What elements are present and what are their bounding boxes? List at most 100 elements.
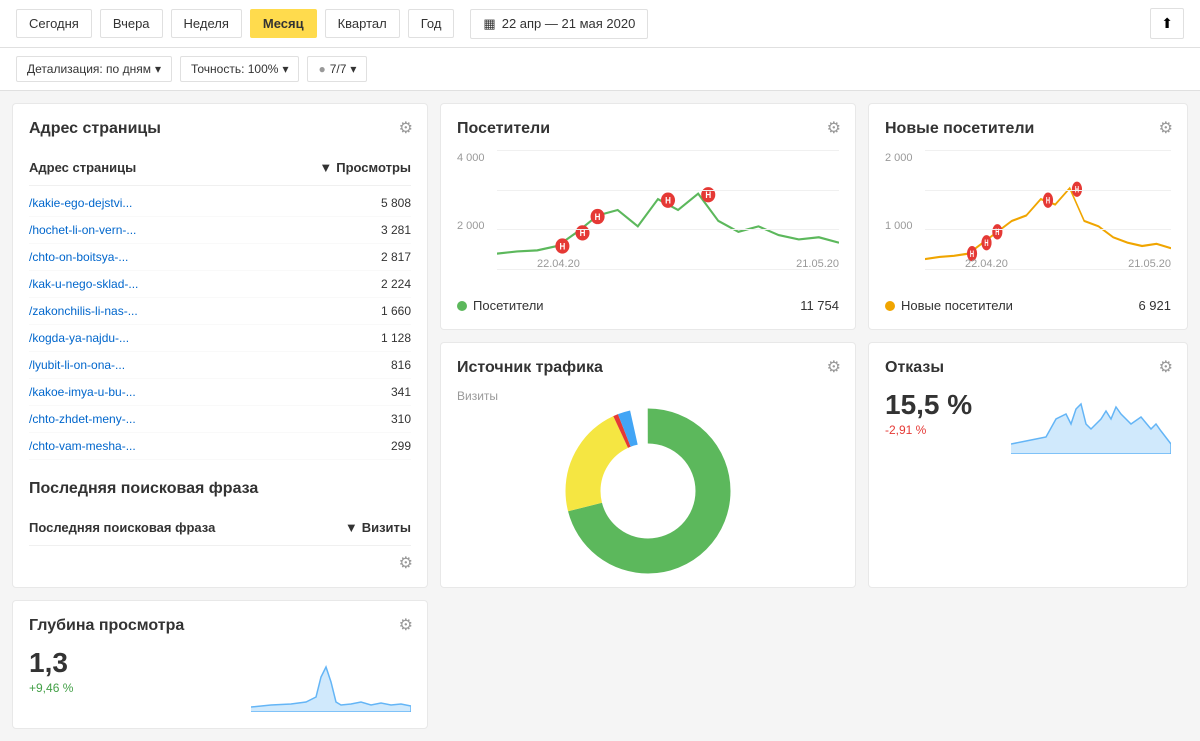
new-visitors-y-labels: 2 000 1 000 <box>885 150 913 290</box>
address-page-settings-icon[interactable]: ⚙ <box>399 118 413 138</box>
addr-col-views: ▼ Просмотры <box>319 160 411 175</box>
addr-count-3: 2 224 <box>381 277 411 291</box>
bounce-rate-settings-icon[interactable]: ⚙ <box>1159 357 1173 377</box>
visitors-x-labels: 22.04.20 21.05.20 <box>537 258 839 270</box>
address-table-body: /kakie-ego-dejstvi... 5 808 /hochet-li-o… <box>29 190 411 460</box>
addr-row-5: /kogda-ya-najdu-... 1 128 <box>29 325 411 352</box>
addr-count-4: 1 660 <box>381 304 411 318</box>
addr-count-7: 341 <box>391 385 411 399</box>
view-depth-mini-chart <box>251 647 411 712</box>
new-visitors-chart-inner: H H H H H 22.04.20 21.05.20 <box>925 150 1171 270</box>
view-depth-metrics: 1,3 +9,46 % <box>29 647 73 703</box>
last-search-col-visits: ▼ Визиты <box>345 520 411 535</box>
view-depth-card: Глубина просмотра ⚙ 1,3 +9,46 % <box>12 600 428 729</box>
y-label-mid: 2 000 <box>457 220 485 232</box>
addr-link-1[interactable]: /hochet-li-on-vern-... <box>29 223 136 237</box>
detalization-label: Детализация: по дням <box>27 62 151 76</box>
bounce-rate-value: 15,5 % <box>885 389 972 421</box>
addr-row-3: /kak-u-nego-sklad-... 2 224 <box>29 271 411 298</box>
period-yesterday[interactable]: Вчера <box>100 9 163 38</box>
addr-row-9: /chto-vam-mesha-... 299 <box>29 433 411 460</box>
bounce-rate-mini-chart <box>1011 389 1171 454</box>
export-button[interactable]: ⬆ <box>1150 8 1184 39</box>
addr-link-0[interactable]: /kakie-ego-dejstvi... <box>29 196 132 210</box>
last-search-header: Последняя поисковая фраза ▼ Визиты <box>29 510 411 546</box>
traffic-source-settings-icon[interactable]: ⚙ <box>827 357 841 377</box>
segment-icon: ● <box>318 62 325 76</box>
addr-link-2[interactable]: /chto-on-boitsya-... <box>29 250 128 264</box>
address-table-header: Адрес страницы ▼ Просмотры <box>29 150 411 186</box>
visitors-settings-icon[interactable]: ⚙ <box>827 118 841 138</box>
addr-row-1: /hochet-li-on-vern-... 3 281 <box>29 217 411 244</box>
last-search-col-phrase: Последняя поисковая фраза <box>29 520 215 535</box>
grid-line-3 <box>497 229 839 230</box>
last-search-col-visits-label: Визиты <box>362 520 411 535</box>
visitors-chart: 4 000 2 000 H H <box>457 150 839 290</box>
addr-count-0: 5 808 <box>381 196 411 210</box>
addr-row-6: /lyubit-li-on-ona-... 816 <box>29 352 411 379</box>
address-page-card: Адрес страницы ⚙ Адрес страницы ▼ Просмо… <box>12 103 428 588</box>
period-month[interactable]: Месяц <box>250 9 317 38</box>
view-depth-settings-icon[interactable]: ⚙ <box>399 615 413 635</box>
nv-x-label-start: 22.04.20 <box>965 258 1008 270</box>
date-range-label: 22 апр — 21 мая 2020 <box>502 16 636 31</box>
addr-count-1: 3 281 <box>381 223 411 237</box>
accuracy-filter[interactable]: Точность: 100% ▾ <box>180 56 300 82</box>
bounce-rate-title: Отказы <box>885 359 1171 377</box>
period-quarter[interactable]: Квартал <box>325 9 400 38</box>
period-today[interactable]: Сегодня <box>16 9 92 38</box>
new-visitors-settings-icon[interactable]: ⚙ <box>1159 118 1173 138</box>
segments-filter[interactable]: ● 7/7 ▾ <box>307 56 367 82</box>
date-range-button[interactable]: ▦ 22 апр — 21 мая 2020 <box>470 9 648 39</box>
addr-link-8[interactable]: /chto-zhdet-meny-... <box>29 412 136 426</box>
addr-row-2: /chto-on-boitsya-... 2 817 <box>29 244 411 271</box>
addr-link-3[interactable]: /kak-u-nego-sklad-... <box>29 277 138 291</box>
sort-arrow-icon-2: ▼ <box>345 520 358 535</box>
period-week[interactable]: Неделя <box>171 9 242 38</box>
filter-bar: Детализация: по дням ▾ Точность: 100% ▾ … <box>0 48 1200 91</box>
sort-arrow-icon: ▼ <box>319 160 332 175</box>
bounce-rate-metrics: 15,5 % -2,91 % <box>885 389 972 445</box>
addr-count-8: 310 <box>391 412 411 426</box>
addr-link-5[interactable]: /kogda-ya-najdu-... <box>29 331 129 345</box>
new-visitors-title: Новые посетители <box>885 120 1171 138</box>
y-label-top: 4 000 <box>457 152 485 164</box>
nv-grid-line-1 <box>925 150 1171 151</box>
address-page-title: Адрес страницы <box>29 120 411 138</box>
visitors-legend-dot <box>457 301 467 311</box>
addr-row-8: /chto-zhdet-meny-... 310 <box>29 406 411 433</box>
addr-col-address: Адрес страницы <box>29 160 136 175</box>
addr-count-9: 299 <box>391 439 411 453</box>
nv-grid-line-2 <box>925 190 1171 191</box>
legend-left: Посетители <box>457 298 544 313</box>
addr-link-6[interactable]: /lyubit-li-on-ona-... <box>29 358 125 372</box>
nv-x-label-end: 21.05.20 <box>1128 258 1171 270</box>
addr-row-0: /kakie-ego-dejstvi... 5 808 <box>29 190 411 217</box>
nv-legend-label: Новые посетители <box>901 298 1013 313</box>
bounce-rate-delta: -2,91 % <box>885 423 972 437</box>
grid-lines <box>497 150 839 270</box>
addr-count-6: 816 <box>391 358 411 372</box>
view-depth-delta: +9,46 % <box>29 681 73 695</box>
chevron-down-icon-3: ▾ <box>350 62 356 76</box>
last-search-section: Последняя поисковая фраза ⚙ Последняя по… <box>29 480 411 546</box>
addr-row-4: /zakonchilis-li-nas-... 1 660 <box>29 298 411 325</box>
addr-link-7[interactable]: /kakoe-imya-u-bu-... <box>29 385 136 399</box>
addr-link-4[interactable]: /zakonchilis-li-nas-... <box>29 304 138 318</box>
grid-line-1 <box>497 150 839 151</box>
visitors-title: Посетители <box>457 120 839 138</box>
nv-y-label-top: 2 000 <box>885 152 913 164</box>
view-depth-value: 1,3 <box>29 647 73 679</box>
detalization-filter[interactable]: Детализация: по дням ▾ <box>16 56 172 82</box>
chevron-down-icon: ▾ <box>155 62 161 76</box>
addr-count-5: 1 128 <box>381 331 411 345</box>
new-visitors-x-labels: 22.04.20 21.05.20 <box>965 258 1171 270</box>
visitors-card: Посетители ⚙ 4 000 2 000 <box>440 103 856 330</box>
nv-legend-dot <box>885 301 895 311</box>
addr-row-7: /kakoe-imya-u-bu-... 341 <box>29 379 411 406</box>
period-year[interactable]: Год <box>408 9 455 38</box>
x-label-end: 21.05.20 <box>796 258 839 270</box>
traffic-source-title: Источник трафика <box>457 359 839 377</box>
last-search-settings-icon[interactable]: ⚙ <box>399 553 413 573</box>
addr-link-9[interactable]: /chto-vam-mesha-... <box>29 439 136 453</box>
